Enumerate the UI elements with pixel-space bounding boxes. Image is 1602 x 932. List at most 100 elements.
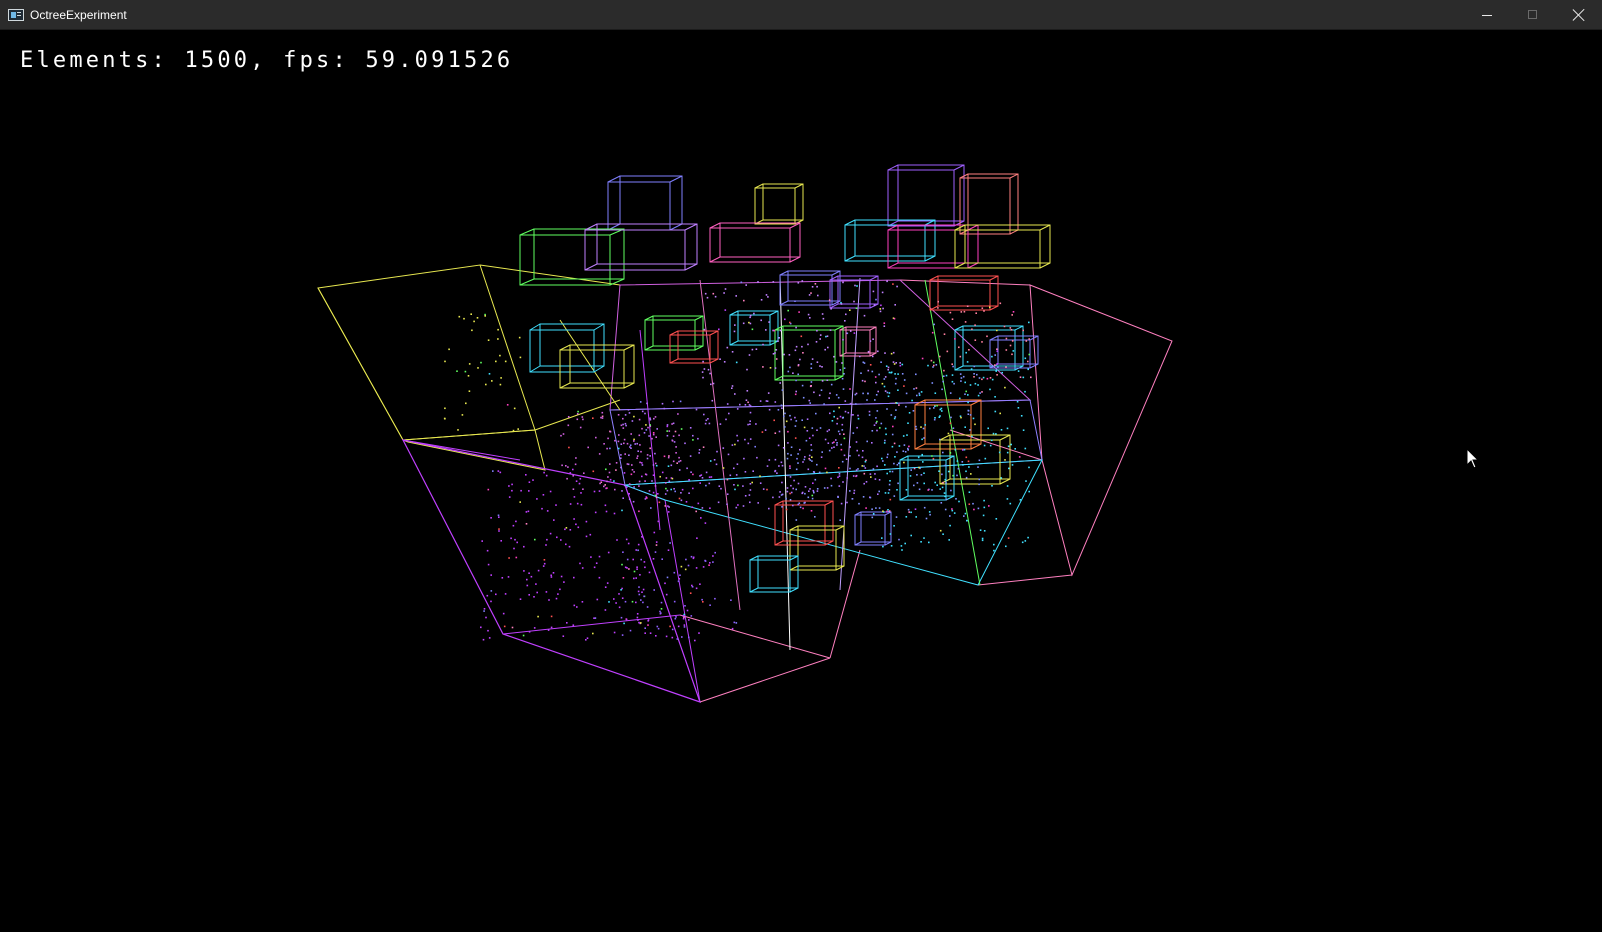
octree-element-point (668, 506, 670, 508)
octree-element-point (801, 280, 804, 282)
octree-element-point (950, 416, 952, 419)
octree-element-point (749, 483, 752, 485)
octree-element-point (677, 625, 680, 628)
octree-element-point (569, 472, 572, 474)
octree-element-point (830, 477, 832, 480)
octree-element-point (865, 507, 867, 509)
octree-element-point (797, 482, 800, 485)
octree-node-edge (977, 574, 1073, 586)
octree-element-point (880, 304, 882, 307)
octree-element-point (837, 476, 839, 479)
octree-element-point (898, 538, 900, 541)
octree-element-point (568, 545, 571, 548)
octree-element-point (865, 459, 867, 462)
octree-element-point (699, 475, 701, 477)
octree-element-point (1004, 386, 1006, 389)
octree-node-edge (593, 323, 605, 331)
octree-element-point (963, 448, 966, 451)
octree-element-point (747, 401, 749, 404)
octree-element-point (678, 578, 681, 580)
octree-element-point (669, 542, 671, 544)
octree-element-point (502, 612, 505, 615)
octree-element-point (899, 364, 902, 367)
octree-element-point (572, 475, 574, 477)
render-viewport[interactable]: Elements: 1500, fps: 59.091526 (0, 30, 1602, 932)
octree-element-point (543, 562, 546, 565)
octree-element-point (810, 292, 812, 294)
octree-element-point (828, 397, 830, 399)
octree-element-point (679, 574, 681, 576)
octree-element-point (842, 481, 844, 483)
octree-element-point (993, 549, 995, 552)
octree-element-point (1011, 340, 1014, 342)
octree-element-point (666, 434, 669, 437)
octree-element-point (640, 599, 642, 601)
octree-element-point (678, 434, 680, 437)
octree-element-point (717, 501, 720, 504)
octree-element-point (730, 599, 732, 601)
octree-element-point (647, 624, 649, 626)
octree-element-point (920, 541, 922, 543)
octree-element-point (733, 484, 735, 486)
octree-element-point (918, 466, 920, 469)
octree-element-point (967, 409, 970, 412)
octree-element-point (996, 329, 998, 332)
octree-element-point (691, 506, 694, 508)
octree-element-point (949, 515, 951, 517)
octree-element-point (786, 487, 789, 489)
octree-element-point (550, 615, 553, 618)
octree-element-point (916, 474, 918, 476)
octree-element-point (992, 432, 995, 435)
octree-element-point (968, 349, 970, 351)
octree-element-point (745, 399, 748, 401)
octree-element-point (601, 417, 604, 419)
octree-element-point (573, 604, 576, 607)
octree-element-point (617, 447, 620, 450)
close-button[interactable] (1556, 0, 1602, 30)
octree-element-point (637, 590, 640, 593)
octree-element-point (813, 491, 815, 494)
octree-element-point (637, 549, 639, 552)
octree-element-point (726, 493, 729, 495)
octree-node-edge (999, 478, 1011, 485)
octree-node-edge (694, 315, 704, 321)
octree-element-point (622, 551, 624, 553)
octree-element-point (933, 364, 935, 367)
octree-element-point (951, 509, 954, 512)
octree-element-point (949, 311, 952, 314)
octree-element-point (682, 617, 685, 620)
octree-element-point (840, 443, 842, 446)
octree-element-point (899, 362, 901, 364)
octree-element-point (631, 420, 634, 422)
octree-element-point (726, 346, 729, 349)
minimize-button[interactable] (1464, 0, 1510, 30)
octree-element-point (795, 519, 798, 521)
octree-element-point (798, 502, 801, 504)
octree-element-point (1016, 400, 1019, 403)
octree-element-point (823, 403, 825, 405)
octree-element-point (830, 308, 832, 310)
octree-element-point (815, 341, 818, 343)
octree-element-point (700, 517, 702, 519)
octree-element-point (952, 427, 955, 429)
octree-element-point (881, 291, 884, 294)
octree-element-point (861, 379, 864, 382)
octree-element-point (766, 400, 769, 402)
title-bar[interactable]: OctreeExperiment (0, 0, 1602, 30)
octree-element-point (819, 334, 822, 336)
octree-element-point (626, 463, 629, 465)
octree-element-point (654, 462, 657, 465)
octree-element-point (565, 527, 568, 529)
app-window-icon[interactable] (8, 9, 24, 21)
octree-element-point (523, 545, 525, 548)
octree-element-point (896, 464, 899, 466)
maximize-button[interactable] (1510, 0, 1556, 30)
octree-element-point (644, 412, 646, 415)
octree-element-point (668, 480, 671, 483)
octree-element-point (811, 456, 813, 458)
octree-element-point (653, 417, 655, 420)
octree-node-edge (939, 434, 951, 441)
octree-element-point (500, 540, 502, 542)
octree-element-point (943, 375, 945, 377)
octree-element-point (978, 377, 981, 379)
